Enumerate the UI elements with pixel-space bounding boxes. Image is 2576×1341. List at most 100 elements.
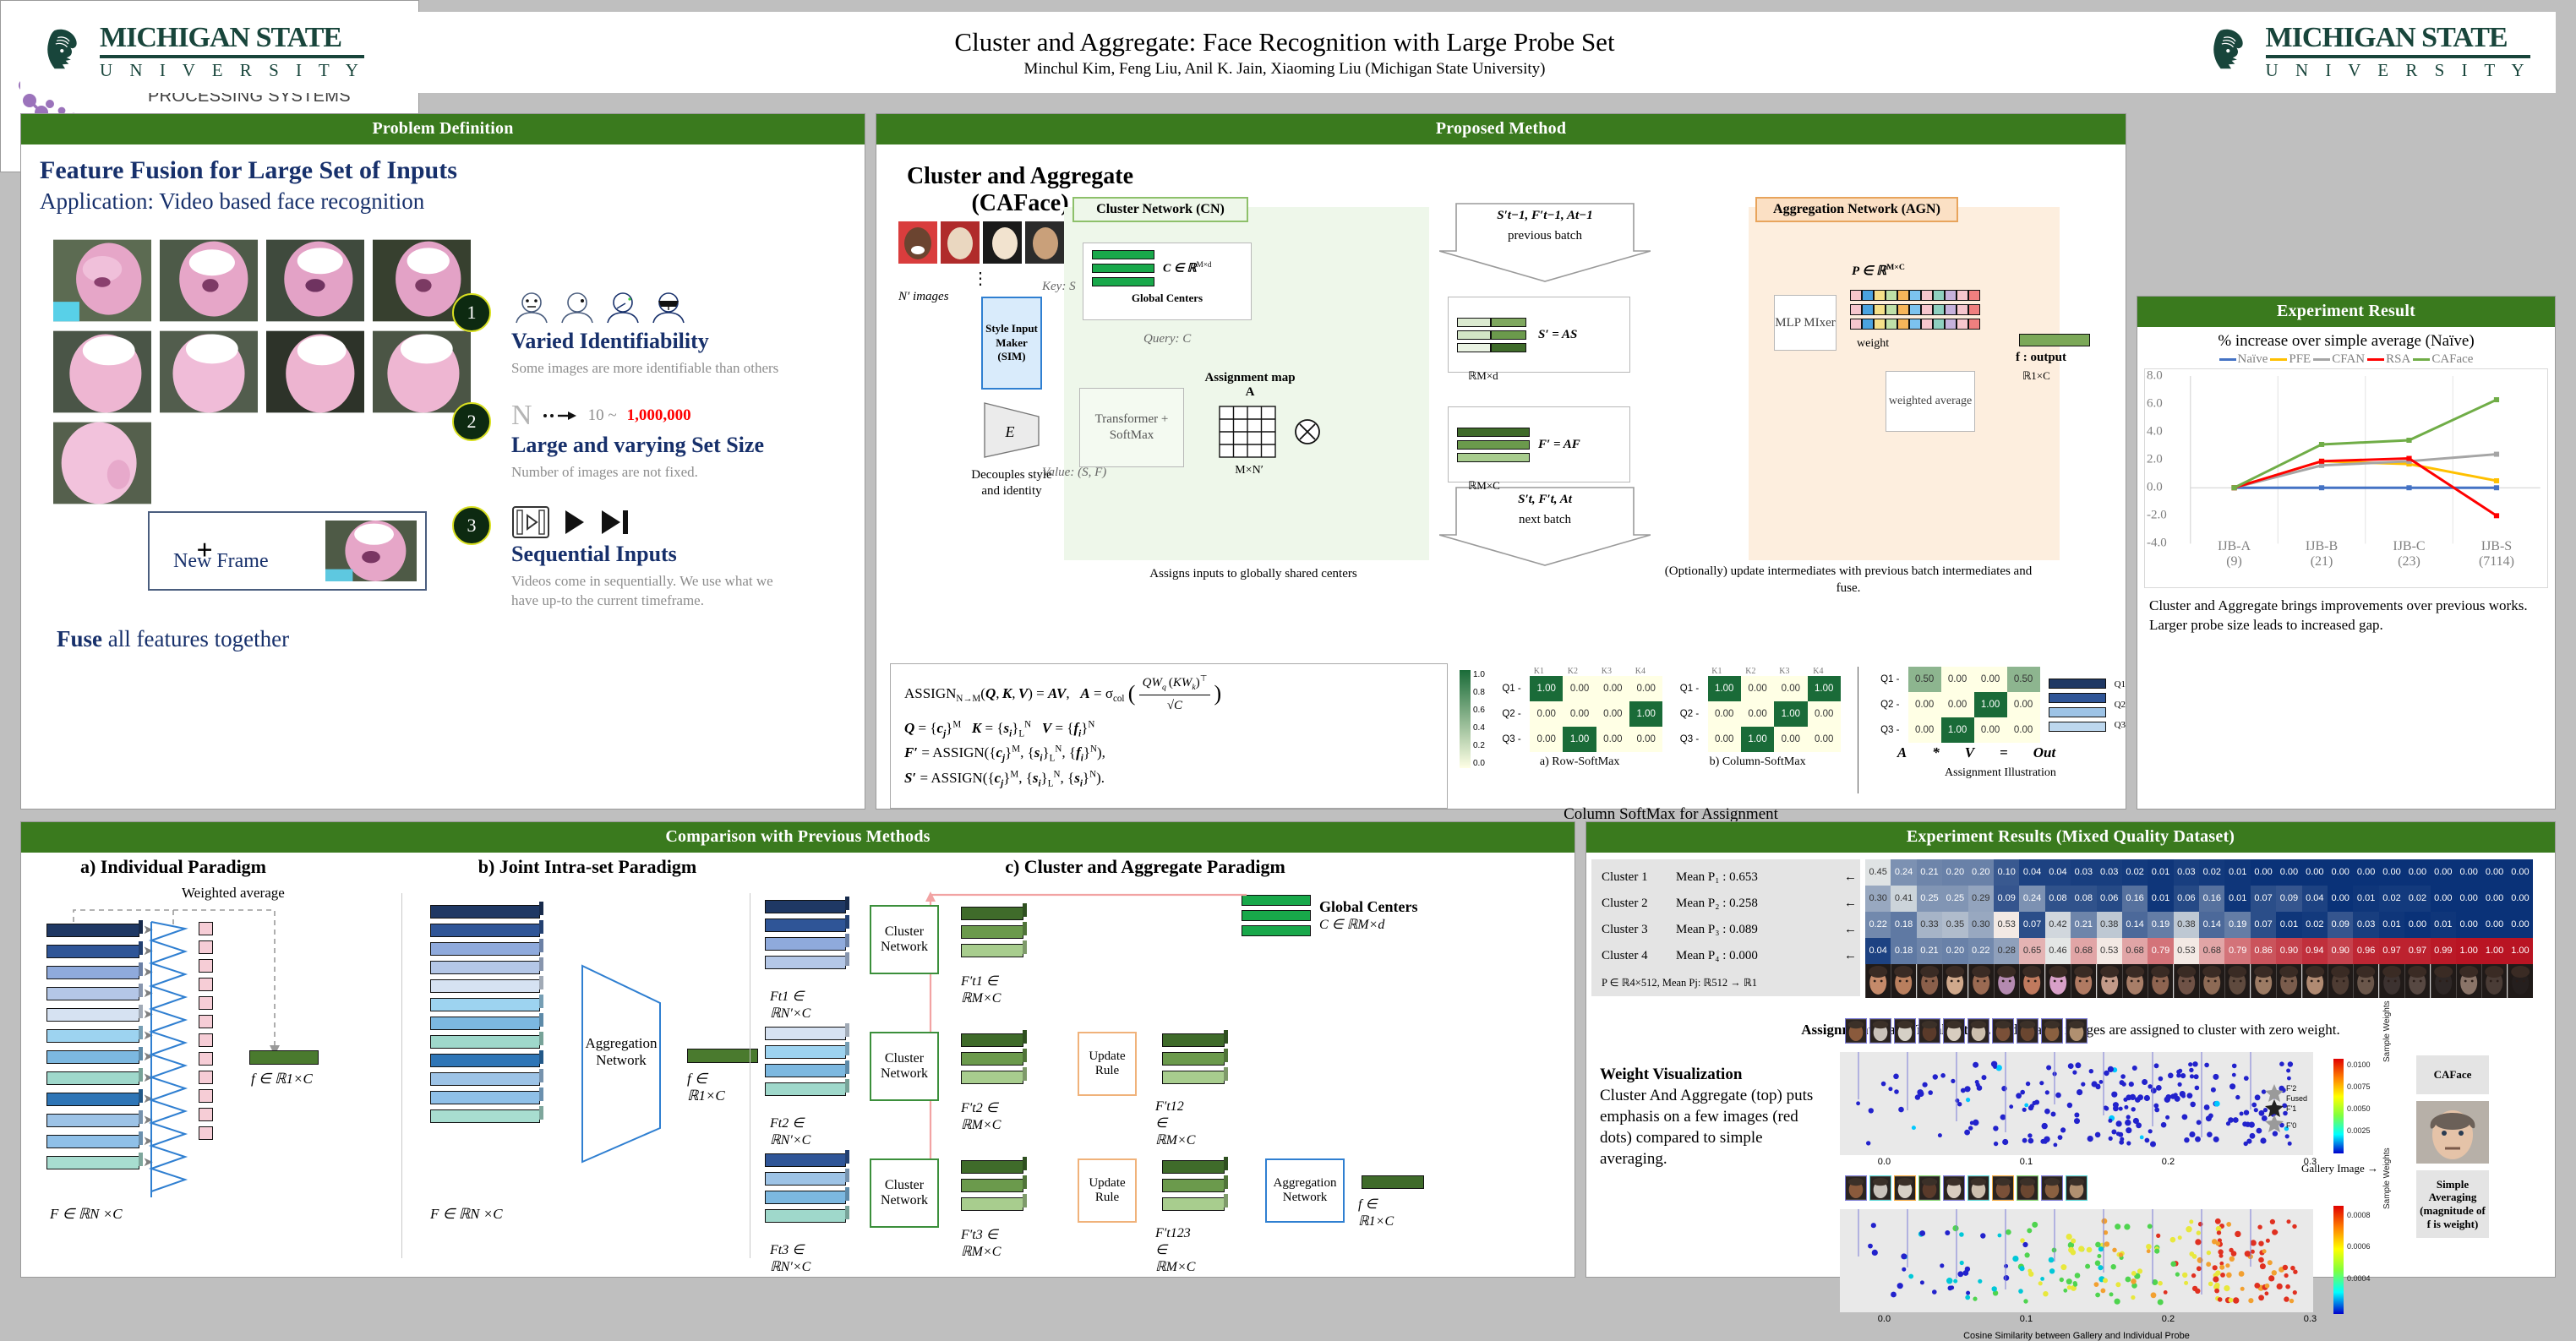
- col-softmax-table: Q1 -1.00 0.00 0.00 1.00 Q2 -0.00 0.00 1.00 0.00…: [1674, 676, 1841, 752]
- heatmap-cell: 1.00: [1707, 676, 1741, 701]
- feature-bar: [46, 983, 143, 1000]
- col-header: K3: [1779, 667, 1790, 676]
- matrix-cell: 0.65: [2019, 938, 2045, 964]
- cluster-name: Cluster 4: [1602, 949, 1648, 962]
- x-tick: 0.0: [1877, 1314, 1891, 1324]
- assignment-v-bars: [2048, 678, 2106, 732]
- heatmap-cell: 0.00: [1807, 701, 1841, 727]
- msu-logo-rule: [2265, 55, 2530, 58]
- global-centers-label: Global Centers: [1131, 292, 1203, 304]
- scatter-caface-points: [1856, 1052, 2294, 1147]
- heatmap-cell: 0.00: [1774, 676, 1808, 701]
- row-softmax-block: K1 K2 K3 K4 Q1 -1.00 0.00 0.00 0.00 Q2 -0.00 0.0…: [1497, 667, 1663, 769]
- new-frame-thumbnail: [325, 521, 417, 581]
- feature-bar: [46, 1131, 143, 1148]
- legend-label: Naïve: [2237, 352, 2268, 366]
- legend-item: CFAN: [2313, 352, 2365, 367]
- row-header: Q1 -: [1679, 684, 1700, 694]
- individual-caption: a) Individual Paradigm: [79, 856, 267, 877]
- feature-bar: [961, 922, 1027, 939]
- feature-bar: [765, 897, 849, 913]
- matrix-row: 0.30 0.41 0.25 0.25 0.29 0.09 0.24 0.08 0.08 0.06…: [1865, 886, 2534, 912]
- s-prime-box: S′ = AS: [1448, 297, 1630, 373]
- colorbar-tick: 0.4: [1473, 723, 1485, 733]
- s-prime-eq: S′ = AS: [1538, 327, 1578, 341]
- left-arrow-icon: ←: [1844, 949, 1857, 962]
- input-image-stack: ⋮ N′ images: [898, 217, 1064, 304]
- weight-label: weight: [1857, 337, 1890, 350]
- matrix-cell: 0.01: [2148, 886, 2174, 912]
- cluster-legend-block: Cluster 1 Mean P₁ : 0.653 ← Cluster 2 Mean P…: [1591, 859, 1860, 996]
- feature-bar: [765, 952, 849, 969]
- matrix-cell: 0.00: [2455, 886, 2482, 912]
- feature-bar: [765, 1079, 849, 1096]
- probe-face-thumb: [2148, 964, 2174, 998]
- scatter-face-thumb: [1918, 1018, 1940, 1044]
- feature-bar: [46, 962, 143, 979]
- f-prime-eq: F′ = AF: [1538, 437, 1580, 451]
- equation-1: ASSIGNN→M(Q, K, V) = AV, A = σcol ( QWq …: [904, 674, 1222, 713]
- scatter-top-thumbnails: [1845, 1018, 2088, 1044]
- probe-face-thumb: [2507, 964, 2533, 998]
- matrix-cell: 0.01: [2224, 859, 2251, 886]
- spartan-helmet-icon: [2213, 29, 2243, 69]
- col-header: K2: [1745, 667, 1756, 676]
- n-range: 10 ~: [587, 406, 617, 424]
- gallery-face-image: [2416, 1101, 2489, 1164]
- matrix-cell: 0.09: [2328, 912, 2354, 938]
- matrix-cell: 0.00: [2481, 886, 2508, 912]
- probe-face-thumb: [1916, 964, 1942, 998]
- probe-face-thumb: [2430, 964, 2456, 998]
- matrix-cell: 0.00: [2430, 886, 2456, 912]
- matrix-cell: 0.19: [2224, 912, 2251, 938]
- matrix-row: 0.45 0.24 0.21 0.20 0.20 0.10 0.04 0.04 0.03 0.03…: [1865, 859, 2534, 886]
- matrix-cell: 0.30: [1967, 912, 1994, 938]
- row-softmax-caption: a) Row-SoftMax: [1539, 755, 1620, 768]
- experiment-body: % increase over simple average (Naïve) N…: [2137, 332, 2555, 815]
- scatter-simple-avg: [1840, 1209, 2313, 1312]
- person-profile-icon: [607, 292, 639, 324]
- heatmap-cell: 0.50: [2006, 667, 2040, 692]
- cluster-network-box: Cluster Network: [870, 1158, 939, 1228]
- assignment-grid-icon: [1219, 406, 1276, 458]
- person-side-icon: [561, 292, 593, 324]
- chart-x-tick: IJB-A (9): [2217, 539, 2251, 570]
- chart-x-tick: IJB-S (7114): [2478, 539, 2514, 570]
- joint-output-bar: [687, 1049, 758, 1063]
- p-sup: M×C: [1886, 263, 1905, 272]
- matrix-cell: 0.35: [1942, 912, 1968, 938]
- matrix-cell: 0.90: [2276, 938, 2302, 964]
- probe-face-thumb: [2301, 964, 2328, 998]
- feature-bar: [430, 957, 543, 974]
- matrix-cell: 0.08: [2071, 886, 2097, 912]
- matrix-face-row: [1865, 964, 2533, 998]
- feature-bar: [1162, 1194, 1228, 1211]
- msu-logo-right: MICHIGAN STATE U N I V E R S I T Y: [2205, 24, 2556, 81]
- joint-caption: b) Joint Intra-set Paradigm: [478, 856, 697, 877]
- probe-face-thumb: [2404, 964, 2431, 998]
- heatmap-cell: 0.00: [1596, 701, 1630, 727]
- column-divider-1: [401, 893, 402, 1258]
- scatter-face-thumb: [1967, 1175, 1989, 1201]
- feature-bar: [961, 1049, 1027, 1066]
- matrix-cell: 0.00: [2481, 859, 2508, 886]
- table-row: Q1 -1.00 0.00 0.00 0.00: [1497, 676, 1663, 701]
- probe-face-thumb: [2044, 964, 2071, 998]
- colorbar-tick: 0.2: [1473, 741, 1485, 750]
- chart-y-tick: 2.0: [2147, 452, 2163, 466]
- weight-cube: [199, 959, 213, 973]
- cluster-mean: Mean P₁ : 0.653: [1676, 870, 1758, 884]
- heatmap-cell: 0.00: [1774, 727, 1808, 752]
- cluster-row: Cluster 4 Mean P₄ : 0.000 ←: [1595, 943, 1857, 969]
- assign-symbol: A: [1897, 744, 1907, 760]
- msu-logo-line1: MICHIGAN STATE: [2265, 22, 2508, 53]
- row-softmax-table: Q1 -1.00 0.00 0.00 0.00 Q2 -0.00 0.00 0.00 1.00…: [1497, 676, 1663, 752]
- matrix-cell: 0.02: [2378, 886, 2405, 912]
- scatter-face-thumb: [1845, 1175, 1867, 1201]
- feature-bar: [765, 1042, 849, 1059]
- centers-sup: M×d: [1196, 260, 1212, 270]
- feature-bar: [961, 1194, 1027, 1211]
- colorbar-tick: 1.0: [1473, 670, 1485, 679]
- feature-bar: [765, 1187, 849, 1204]
- assign-symbol: *: [1932, 744, 1940, 760]
